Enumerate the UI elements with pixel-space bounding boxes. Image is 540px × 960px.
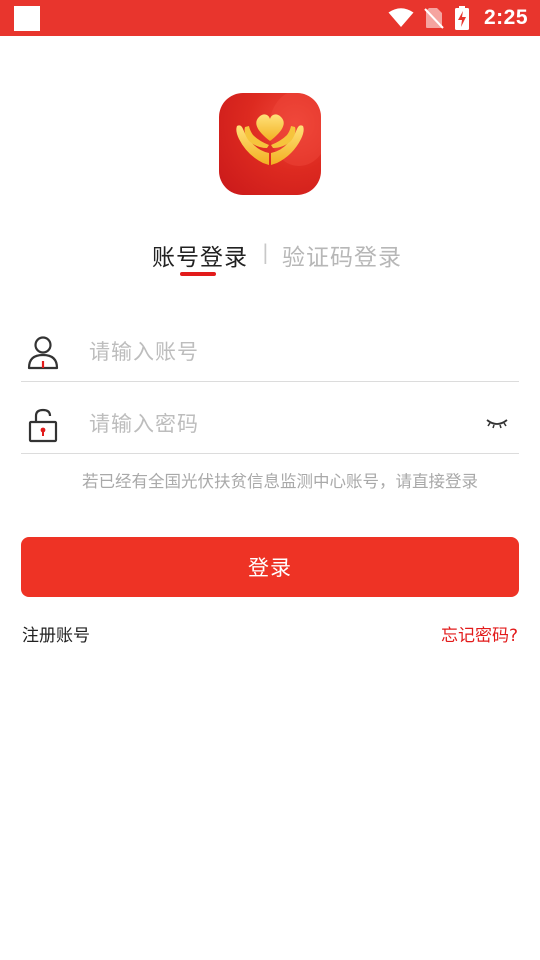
wifi-icon bbox=[388, 8, 414, 27]
battery-charging-icon bbox=[454, 6, 469, 30]
account-input[interactable] bbox=[89, 335, 469, 369]
status-icons: 2:25 bbox=[388, 0, 528, 36]
active-tab-indicator bbox=[180, 272, 216, 276]
login-hint: 若已经有全国光伏扶贫信息监测中心账号，请直接登录 bbox=[82, 472, 478, 491]
account-field bbox=[21, 309, 519, 382]
forgot-password-link[interactable]: 忘记密码? bbox=[441, 621, 518, 646]
tab-account-login[interactable]: 账号登录 bbox=[152, 238, 248, 272]
status-bar: 2:25 bbox=[0, 0, 540, 36]
password-input[interactable] bbox=[89, 407, 469, 441]
eye-closed-icon[interactable] bbox=[485, 415, 509, 431]
login-button[interactable]: 登录 bbox=[21, 537, 519, 597]
app-notification-icon bbox=[14, 6, 40, 31]
lock-icon bbox=[28, 408, 58, 443]
heart-hands-icon bbox=[236, 93, 321, 166]
login-tabs: 账号登录 | 验证码登录 bbox=[0, 234, 540, 284]
tab-divider: | bbox=[262, 240, 269, 264]
app-logo bbox=[219, 93, 321, 195]
register-link[interactable]: 注册账号 bbox=[22, 621, 90, 646]
status-time: 2:25 bbox=[483, 6, 528, 29]
password-field bbox=[21, 381, 519, 454]
no-sim-icon bbox=[424, 8, 444, 29]
tab-sms-login[interactable]: 验证码登录 bbox=[282, 238, 402, 272]
user-icon bbox=[27, 336, 59, 370]
